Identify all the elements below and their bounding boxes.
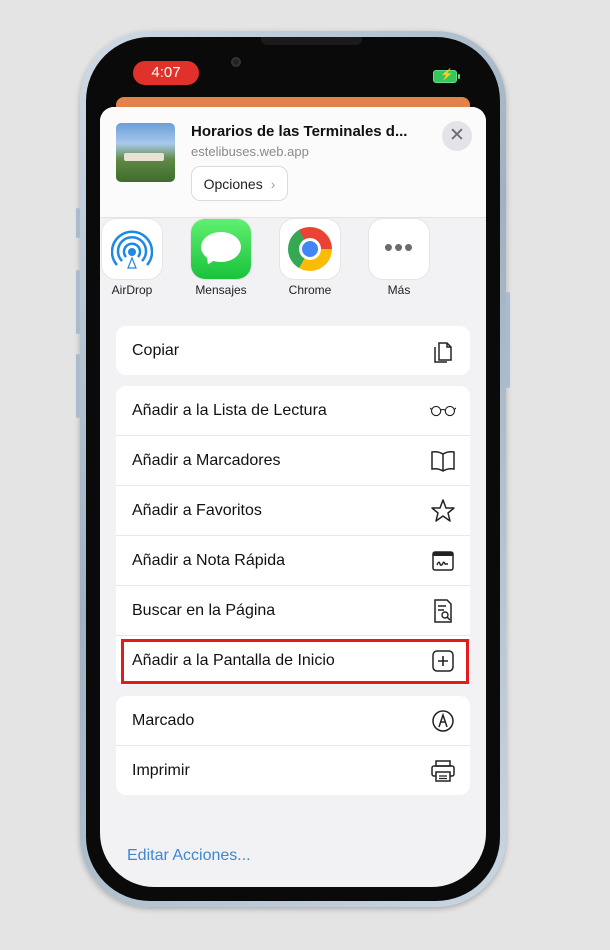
star-icon bbox=[430, 498, 456, 524]
add-square-icon bbox=[430, 648, 456, 674]
markup-icon bbox=[430, 708, 456, 734]
action-quick-note[interactable]: Añadir a Nota Rápida bbox=[116, 536, 470, 586]
book-icon bbox=[430, 448, 456, 474]
app-airdrop[interactable]: AirDrop bbox=[100, 219, 172, 297]
app-label: AirDrop bbox=[111, 283, 153, 297]
edit-actions-link[interactable]: Editar Acciones... bbox=[127, 847, 251, 865]
share-header: Horarios de las Terminales d... estelibu… bbox=[100, 107, 486, 218]
app-label: Chrome bbox=[288, 283, 332, 297]
find-in-page-icon bbox=[430, 598, 456, 624]
action-label: Imprimir bbox=[132, 761, 190, 779]
action-label: Añadir a la Pantalla de Inicio bbox=[132, 651, 335, 669]
action-copy[interactable]: Copiar bbox=[116, 326, 470, 375]
action-label: Añadir a la Lista de Lectura bbox=[132, 401, 327, 419]
app-messages[interactable]: Mensajes bbox=[181, 219, 261, 297]
action-markup[interactable]: Marcado bbox=[116, 696, 470, 746]
app-more[interactable]: ••• Más bbox=[359, 219, 439, 297]
apps-row: AirDrop Mensajes Chrome ••• Más bbox=[100, 219, 486, 314]
actions-group-copy: Copiar bbox=[116, 326, 470, 375]
action-label: Añadir a Nota Rápida bbox=[132, 551, 285, 569]
battery-charging-icon: ⚡ bbox=[433, 69, 460, 83]
actions-group-tools: Marcado Imprimir bbox=[116, 696, 470, 795]
status-time: 4:07 bbox=[133, 61, 199, 85]
glasses-icon bbox=[430, 398, 456, 424]
page-url: estelibuses.web.app bbox=[191, 144, 309, 159]
app-chrome[interactable]: Chrome bbox=[270, 219, 350, 297]
chevron-right-icon: › bbox=[270, 175, 276, 192]
copy-icon bbox=[430, 338, 456, 364]
action-print[interactable]: Imprimir bbox=[116, 746, 470, 795]
close-icon[interactable]: ✕ bbox=[442, 121, 472, 151]
volume-down-button bbox=[76, 354, 80, 418]
action-label: Añadir a Marcadores bbox=[132, 451, 281, 469]
action-find-in-page[interactable]: Buscar en la Página bbox=[116, 586, 470, 636]
front-camera bbox=[231, 57, 241, 67]
power-button bbox=[506, 292, 510, 388]
speaker-notch bbox=[261, 37, 362, 45]
action-label: Copiar bbox=[132, 341, 180, 359]
printer-icon bbox=[430, 758, 456, 784]
share-sheet: Horarios de las Terminales d... estelibu… bbox=[100, 107, 486, 887]
more-icon: ••• bbox=[369, 219, 429, 279]
app-label: Mensajes bbox=[195, 283, 247, 297]
app-label: Más bbox=[387, 283, 411, 297]
messages-icon bbox=[191, 219, 251, 279]
airdrop-icon bbox=[102, 219, 162, 279]
phone-screen: 4:07 ⚡ Horarios de las Terminales d... e… bbox=[86, 37, 500, 901]
chrome-icon bbox=[280, 219, 340, 279]
action-favorites[interactable]: Añadir a Favoritos bbox=[116, 486, 470, 536]
action-label: Marcado bbox=[132, 711, 195, 729]
action-reading-list[interactable]: Añadir a la Lista de Lectura bbox=[116, 386, 470, 436]
options-button[interactable]: Opciones › bbox=[191, 166, 288, 201]
page-thumbnail bbox=[116, 123, 175, 182]
quick-note-icon bbox=[430, 548, 456, 574]
page-title: Horarios de las Terminales d... bbox=[191, 123, 408, 140]
action-label: Añadir a Favoritos bbox=[132, 501, 262, 519]
options-label: Opciones bbox=[203, 175, 263, 192]
action-add-to-home-screen[interactable]: Añadir a la Pantalla de Inicio bbox=[116, 636, 470, 685]
mute-switch bbox=[76, 208, 80, 238]
volume-up-button bbox=[76, 270, 80, 334]
action-label: Buscar en la Página bbox=[132, 601, 276, 619]
actions-group-main: Añadir a la Lista de Lectura Añadir a Ma… bbox=[116, 386, 470, 685]
action-bookmarks[interactable]: Añadir a Marcadores bbox=[116, 436, 470, 486]
